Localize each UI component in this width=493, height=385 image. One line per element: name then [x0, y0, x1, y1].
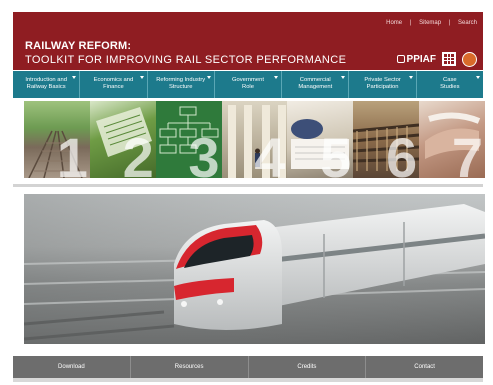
nav-item-label-line1: Private Sector: [364, 77, 401, 83]
nav-item-label-line2: Finance: [103, 84, 124, 90]
caret-down-icon: [341, 76, 346, 79]
site-subtitle: TOOLKIT FOR IMPROVING RAIL SECTOR PERFOR…: [25, 54, 347, 66]
section-number: 3: [188, 126, 220, 179]
nav-item-label-line1: Reforming Industry: [156, 77, 206, 83]
divider: [13, 184, 483, 187]
section-number: 6: [386, 126, 418, 179]
section-number: 1: [56, 126, 88, 179]
partner-logos: PPIAF: [396, 48, 477, 70]
ppiaf-logo: PPIAF: [396, 53, 436, 65]
section-number: 2: [122, 126, 154, 179]
contact-link[interactable]: Contact: [366, 356, 483, 378]
nav-item-label-line2: Management: [298, 84, 333, 90]
nav-item-label-line1: Commercial: [299, 77, 331, 83]
home-link[interactable]: Home: [386, 20, 402, 26]
globe-logo-icon: [462, 51, 477, 67]
section-number: 5: [320, 126, 352, 179]
caret-down-icon: [274, 76, 279, 79]
nav-private-sector-participation[interactable]: Private Sector Participation: [349, 71, 417, 98]
nav-item-label-line2: Role: [242, 84, 254, 90]
main-nav: Introduction and Railway Basics Economic…: [13, 71, 483, 98]
world-bank-logo-icon: [442, 52, 456, 66]
nav-item-label-line2: Participation: [366, 84, 399, 90]
nav-reforming-industry-structure[interactable]: Reforming Industry Structure: [148, 71, 215, 98]
nav-introduction-and-railway-basics[interactable]: Introduction and Railway Basics: [13, 71, 81, 98]
hero-train-photo: [24, 194, 485, 344]
ppiaf-logo-text: PPIAF: [406, 53, 436, 65]
credits-link[interactable]: Credits: [249, 356, 367, 378]
section-number: 7: [451, 126, 484, 179]
footer-nav: Download Resources Credits Contact: [13, 356, 483, 378]
ppiaf-mark-icon: [396, 55, 405, 63]
nav-item-label-line1: Introduction and: [25, 77, 67, 83]
nav-item-label-line1: Government: [232, 77, 264, 83]
caret-down-icon: [206, 76, 211, 79]
site-header: Home | Sitemap | Search RAILWAY REFORM: …: [13, 12, 483, 70]
page: Home | Sitemap | Search RAILWAY REFORM: …: [0, 0, 493, 385]
section-photo-strip: 1 2 3 4 5 6 7: [24, 101, 485, 178]
section-tile-6[interactable]: 6: [353, 101, 420, 179]
caret-down-icon: [475, 76, 480, 79]
caret-down-icon: [72, 76, 77, 79]
resources-link[interactable]: Resources: [131, 356, 249, 378]
sitemap-link[interactable]: Sitemap: [419, 20, 441, 26]
search-link[interactable]: Search: [458, 20, 477, 26]
nav-item-label-line1: Case: [443, 77, 457, 83]
caret-down-icon: [139, 76, 144, 79]
footer-divider: [13, 378, 483, 382]
high-speed-train-icon: [24, 194, 485, 344]
nav-item-label-line1: Economics and: [93, 77, 134, 83]
top-links: Home | Sitemap | Search: [386, 20, 477, 26]
nav-commercial-management[interactable]: Commercial Management: [282, 71, 350, 98]
section-tile-3[interactable]: 3: [155, 101, 222, 179]
nav-item-label-line2: Railway Basics: [26, 84, 66, 90]
section-tile-7[interactable]: 7: [419, 101, 485, 178]
nav-economics-and-finance[interactable]: Economics and Finance: [80, 71, 148, 98]
nav-item-label-line2: Structure: [168, 84, 193, 90]
caret-down-icon: [408, 76, 413, 79]
site-title: RAILWAY REFORM:: [25, 40, 132, 52]
section-tile-2[interactable]: 2: [89, 101, 156, 179]
section-number: 4: [254, 126, 286, 179]
section-tile-1[interactable]: 1: [24, 101, 90, 178]
nav-item-label-line2: Studies: [440, 84, 460, 90]
nav-case-studies[interactable]: Case Studies: [417, 71, 483, 98]
section-tile-5[interactable]: 5: [287, 101, 354, 179]
section-tile-4[interactable]: 4: [221, 101, 288, 179]
link-separator: |: [409, 20, 412, 26]
nav-government-role[interactable]: Government Role: [215, 71, 283, 98]
link-separator: |: [448, 20, 451, 26]
download-link[interactable]: Download: [13, 356, 131, 378]
